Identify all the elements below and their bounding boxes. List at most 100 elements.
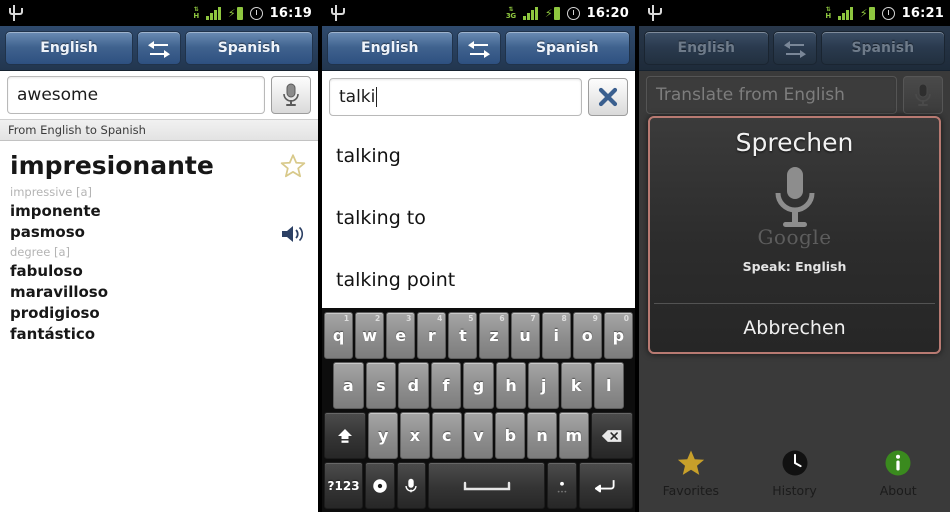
space-key[interactable]	[428, 462, 546, 509]
key-h[interactable]: h	[495, 362, 527, 409]
swap-languages-button[interactable]	[456, 31, 501, 65]
key-label: z	[489, 326, 499, 345]
enter-key[interactable]	[578, 462, 634, 509]
status-left	[330, 5, 345, 21]
key-o[interactable]: 9o	[572, 312, 602, 359]
search-input[interactable]: talki	[329, 77, 582, 116]
usb-icon	[8, 5, 23, 21]
tab-favorites[interactable]: Favorites	[639, 448, 743, 498]
status-left	[647, 5, 662, 21]
key-label: w	[362, 326, 378, 345]
key-e[interactable]: 3e	[386, 312, 416, 359]
voice-input-button[interactable]	[271, 76, 311, 114]
signal-bars-icon	[205, 6, 221, 20]
key-label: t	[459, 326, 467, 345]
search-input[interactable]: Translate from English	[646, 76, 897, 114]
key-label: i	[553, 326, 559, 345]
swap-arrows-icon	[467, 41, 490, 58]
key-label: q	[332, 326, 345, 345]
key-v[interactable]: v	[463, 412, 494, 459]
key-u[interactable]: 7u	[510, 312, 540, 359]
key-number: 7	[530, 314, 536, 323]
voice-input-button[interactable]	[903, 76, 943, 114]
voice-input-dialog: Sprechen Google Speak: English Abbrechen	[648, 116, 941, 354]
key-p[interactable]: 0p	[603, 312, 633, 359]
translation-term[interactable]: imponente	[10, 201, 308, 222]
microphone-icon	[283, 83, 299, 106]
key-label: e	[395, 326, 407, 345]
swap-languages-button[interactable]	[772, 31, 817, 65]
backspace-key[interactable]	[590, 412, 634, 459]
key-j[interactable]: j	[528, 362, 559, 409]
translation-term[interactable]: pasmoso	[10, 222, 308, 243]
key-r[interactable]: 4r	[417, 312, 447, 359]
key-f[interactable]: f	[430, 362, 462, 409]
network-type-label: H	[825, 11, 831, 20]
keyboard-row: 1q 2w 3e 4r 5t 6z 7u 8i 9o 0p	[324, 312, 633, 359]
suggestion-item[interactable]: talking point	[322, 249, 635, 311]
alarm-clock-icon	[249, 6, 263, 20]
status-bar: ⇅ H ⚡ 16:19	[0, 0, 318, 26]
network-type-icon: ⇅ H	[193, 6, 199, 20]
shift-key[interactable]	[324, 412, 367, 459]
key-d[interactable]: d	[398, 362, 429, 409]
key-g[interactable]: g	[463, 362, 494, 409]
search-input-value: talki	[339, 86, 376, 107]
tab-about[interactable]: About	[846, 448, 950, 498]
suggestion-item[interactable]: talking	[322, 125, 635, 187]
source-language-button[interactable]: English	[327, 31, 453, 65]
key-m[interactable]: m	[558, 412, 589, 459]
target-language-button[interactable]: Spanish	[185, 31, 313, 65]
key-l[interactable]: l	[593, 362, 625, 409]
sense-label: impressive [a]	[10, 185, 92, 199]
key-q[interactable]: 1q	[324, 312, 354, 359]
keyboard-settings-key[interactable]	[365, 462, 395, 509]
suggestion-item[interactable]: talking to	[322, 187, 635, 249]
cancel-button[interactable]: Abbrechen	[650, 304, 939, 352]
key-y[interactable]: y	[368, 412, 399, 459]
source-language-button[interactable]: English	[5, 31, 133, 65]
translation-term[interactable]: maravilloso	[10, 282, 308, 303]
source-language-button[interactable]: English	[644, 31, 769, 65]
battery-charging-icon: ⚡	[860, 6, 875, 20]
star-outline-icon[interactable]	[280, 153, 306, 179]
key-x[interactable]: x	[400, 412, 430, 459]
key-k[interactable]: k	[560, 362, 592, 409]
key-number: 9	[592, 314, 598, 323]
key-n[interactable]: n	[527, 412, 557, 459]
target-language-button[interactable]: Spanish	[504, 31, 630, 65]
translation-term[interactable]: fantástico	[10, 324, 308, 345]
status-clock: 16:19	[269, 5, 312, 21]
keyboard-row: y x c v b n m	[324, 412, 634, 459]
status-right: ⇅ 3G ⚡ 16:20	[506, 6, 629, 21]
speaker-icon[interactable]	[280, 223, 306, 245]
mic-key-icon	[405, 478, 417, 492]
key-a[interactable]: a	[333, 362, 364, 409]
period-key[interactable]	[547, 462, 577, 509]
alarm-clock-icon	[881, 6, 895, 20]
symbols-key[interactable]: ?123	[324, 462, 364, 509]
tab-history[interactable]: History	[743, 448, 847, 498]
battery-body	[868, 6, 875, 20]
screenshot-root: ⇅ H ⚡ 16:19 English Spanish awesome From…	[0, 0, 950, 512]
key-z[interactable]: 6z	[479, 312, 509, 359]
key-b[interactable]: b	[495, 412, 526, 459]
language-bar: English Spanish	[639, 26, 950, 71]
search-row: awesome	[0, 71, 318, 119]
speak-language-label: Speak: English	[742, 259, 847, 274]
battery-body	[236, 6, 243, 20]
search-input[interactable]: awesome	[7, 76, 265, 114]
key-t[interactable]: 5t	[448, 312, 478, 359]
clear-search-button[interactable]	[588, 77, 628, 116]
key-s[interactable]: s	[365, 362, 397, 409]
voice-key[interactable]	[396, 462, 427, 509]
target-language-button[interactable]: Spanish	[820, 31, 945, 65]
translation-term[interactable]: fabuloso	[10, 261, 308, 282]
key-c[interactable]: c	[431, 412, 462, 459]
swap-languages-button[interactable]	[137, 31, 181, 65]
key-i[interactable]: 8i	[541, 312, 571, 359]
translation-term[interactable]: prodigioso	[10, 303, 308, 324]
key-label: u	[519, 326, 531, 345]
key-w[interactable]: 2w	[355, 312, 385, 359]
status-left	[8, 5, 23, 21]
